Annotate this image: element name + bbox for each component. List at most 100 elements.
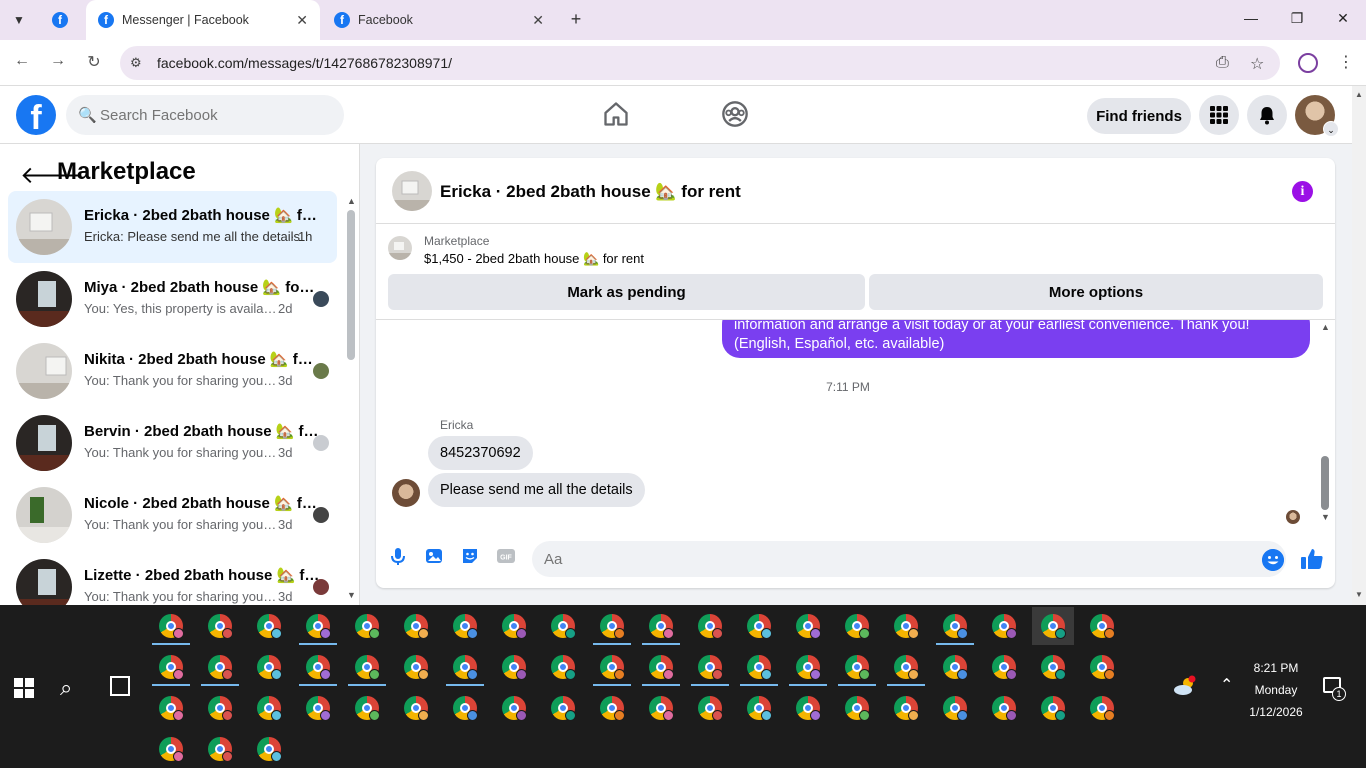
chrome-taskbar-icon[interactable] (346, 648, 388, 686)
chrome-taskbar-icon[interactable] (1081, 689, 1123, 727)
conversation-item-nikita[interactable]: Nikita · 2bed 2bath house 🏡 for rent You… (8, 335, 337, 407)
chrome-taskbar-icon[interactable] (983, 689, 1025, 727)
outgoing-message[interactable]: information and arrange a visit today or… (722, 320, 1310, 358)
chrome-taskbar-icon[interactable] (1081, 648, 1123, 686)
forward-button[interactable]: → (46, 52, 70, 74)
chrome-taskbar-icon[interactable] (1032, 607, 1074, 645)
chrome-taskbar-icon[interactable] (493, 648, 535, 686)
chrome-taskbar-icon[interactable] (983, 607, 1025, 645)
scroll-down-arrow-icon[interactable]: ▼ (347, 590, 356, 600)
chrome-taskbar-icon[interactable] (493, 607, 535, 645)
chrome-taskbar-icon[interactable] (591, 648, 633, 686)
chrome-taskbar-icon[interactable] (199, 607, 241, 645)
chrome-taskbar-icon[interactable] (591, 607, 633, 645)
chrome-taskbar-icon[interactable] (150, 648, 192, 686)
incoming-message[interactable]: Please send me all the details (428, 473, 645, 507)
chrome-taskbar-icon[interactable] (150, 607, 192, 645)
back-button[interactable]: ← (10, 52, 34, 74)
gif-icon[interactable]: GIF (496, 546, 516, 566)
chat-title[interactable]: Ericka · 2bed 2bath house 🏡 for rent (440, 182, 741, 202)
close-window-button[interactable]: ✕ (1328, 10, 1358, 27)
chrome-taskbar-icon[interactable] (444, 648, 486, 686)
chrome-taskbar-icon[interactable] (689, 689, 731, 727)
tab-messenger[interactable]: f Messenger | Facebook ✕ (86, 0, 320, 40)
new-tab-button[interactable]: + (565, 9, 587, 31)
chrome-taskbar-icon[interactable] (199, 648, 241, 686)
maximize-button[interactable]: ❐ (1282, 10, 1312, 27)
groups-icon[interactable] (721, 100, 749, 128)
chrome-taskbar-icon[interactable] (199, 689, 241, 727)
chrome-taskbar-icon[interactable] (346, 689, 388, 727)
chrome-taskbar-icon[interactable] (542, 689, 584, 727)
sidebar-scrollbar[interactable] (347, 210, 355, 360)
chrome-taskbar-icon[interactable] (1032, 648, 1074, 686)
listing-title[interactable]: $1,450 - 2bed 2bath house 🏡 for rent (424, 251, 644, 267)
conversation-item-nicole[interactable]: Nicole · 2bed 2bath house 🏡 for rent You… (8, 479, 337, 551)
taskbar-clock[interactable]: 8:21 PM Monday 1/12/2026 (1240, 657, 1312, 723)
message-input-wrapper[interactable] (532, 541, 1286, 577)
scroll-up-arrow-icon[interactable]: ▲ (1355, 90, 1363, 99)
message-input[interactable] (544, 541, 1244, 577)
chrome-taskbar-icon[interactable] (836, 648, 878, 686)
microphone-icon[interactable] (388, 546, 408, 566)
chrome-taskbar-icon[interactable] (395, 689, 437, 727)
mark-as-pending-button[interactable]: Mark as pending (388, 274, 865, 310)
url-text[interactable]: facebook.com/messages/t/1427686782308971… (157, 55, 452, 71)
chrome-taskbar-icon[interactable] (248, 689, 290, 727)
chrome-taskbar-icon[interactable] (738, 689, 780, 727)
chrome-taskbar-icon[interactable] (885, 689, 927, 727)
chrome-taskbar-icon[interactable] (787, 648, 829, 686)
scroll-down-arrow-icon[interactable]: ▼ (1355, 590, 1363, 599)
search-input[interactable] (100, 95, 330, 135)
chrome-taskbar-icon[interactable] (297, 689, 339, 727)
page-scrollbar[interactable]: ▲ ▼ (1352, 86, 1366, 605)
chrome-taskbar-icon[interactable] (689, 607, 731, 645)
chrome-taskbar-icon[interactable] (248, 607, 290, 645)
conversation-item-ericka[interactable]: Ericka · 2bed 2bath house 🏡 for rent Eri… (8, 191, 337, 263)
chrome-taskbar-icon[interactable] (983, 648, 1025, 686)
chrome-taskbar-icon[interactable] (248, 648, 290, 686)
chrome-taskbar-icon[interactable] (1081, 607, 1123, 645)
sender-avatar[interactable] (392, 479, 420, 507)
chrome-taskbar-icon[interactable] (591, 689, 633, 727)
chrome-taskbar-icon[interactable] (885, 648, 927, 686)
facebook-search[interactable]: 🔍 (66, 95, 344, 135)
listing-thumbnail[interactable] (388, 236, 412, 260)
chrome-taskbar-icon[interactable] (395, 648, 437, 686)
reload-button[interactable]: ↻ (82, 52, 106, 74)
chrome-taskbar-icon[interactable] (689, 648, 731, 686)
chrome-taskbar-icon[interactable] (444, 689, 486, 727)
chrome-taskbar-icon[interactable] (738, 648, 780, 686)
chrome-taskbar-icon[interactable] (836, 607, 878, 645)
notifications-button[interactable] (1247, 95, 1287, 135)
facebook-logo-icon[interactable]: f (16, 95, 56, 135)
scroll-down-arrow-icon[interactable]: ▼ (1321, 512, 1330, 522)
tab-search-button[interactable]: ▼ (8, 9, 30, 31)
chat-listing-thumbnail[interactable] (392, 171, 432, 211)
chrome-taskbar-icon[interactable] (542, 648, 584, 686)
windows-start-icon[interactable] (14, 678, 34, 698)
home-icon[interactable] (602, 100, 630, 128)
install-app-icon[interactable]: ⎙ (1216, 54, 1229, 72)
chrome-taskbar-icon[interactable] (934, 648, 976, 686)
photo-icon[interactable] (424, 546, 444, 566)
more-options-button[interactable]: More options (869, 274, 1323, 310)
chrome-taskbar-icon[interactable] (493, 689, 535, 727)
account-avatar[interactable]: ⌄ (1295, 95, 1339, 137)
task-view-icon[interactable] (110, 676, 130, 696)
chrome-taskbar-icon[interactable] (150, 689, 192, 727)
pinned-tab-facebook[interactable]: f (46, 8, 74, 32)
chrome-taskbar-icon[interactable] (787, 689, 829, 727)
bookmark-star-icon[interactable]: ☆ (1250, 54, 1264, 74)
profile-icon[interactable] (1298, 53, 1318, 73)
incoming-message[interactable]: 8452370692 (428, 436, 533, 470)
chrome-taskbar-icon[interactable] (542, 607, 584, 645)
scroll-up-arrow-icon[interactable]: ▲ (347, 196, 356, 206)
find-friends-button[interactable]: Find friends (1087, 98, 1191, 134)
minimize-button[interactable]: — (1236, 10, 1266, 26)
chrome-taskbar-icon[interactable] (150, 730, 192, 768)
conversation-item-bervin[interactable]: Bervin · 2bed 2bath house 🏡 for rent You… (8, 407, 337, 479)
emoji-icon[interactable] (1262, 549, 1284, 571)
chrome-menu-icon[interactable]: ⋮ (1338, 52, 1354, 72)
site-settings-icon[interactable]: ⚙ (130, 55, 142, 71)
